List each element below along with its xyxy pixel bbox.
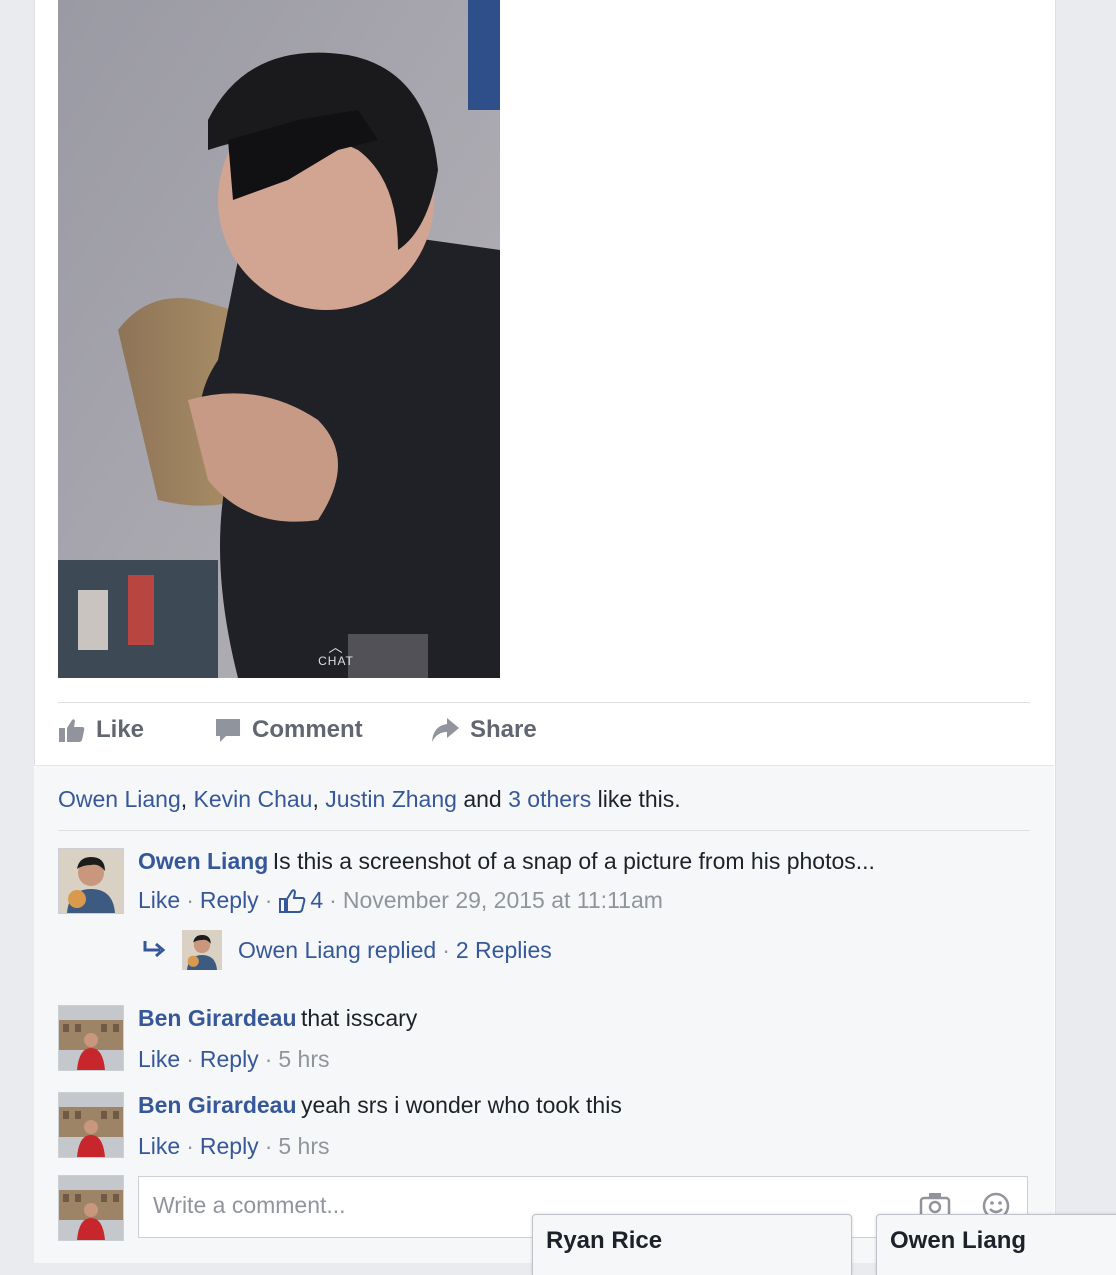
reply-arrow-icon <box>143 941 166 958</box>
comment-author[interactable]: Ben Girardeau <box>138 1005 297 1031</box>
thumbs-up-outline-icon[interactable] <box>278 888 306 914</box>
share-label: Share <box>470 716 537 743</box>
replies-count[interactable]: 2 Replies <box>456 937 552 964</box>
liker-link[interactable]: Kevin Chau <box>194 786 313 812</box>
chat-window-name: Ryan Rice <box>546 1227 663 1254</box>
thumbs-up-icon <box>59 719 85 742</box>
share-arrow-icon <box>432 718 459 742</box>
liker-link[interactable]: Owen Liang <box>58 786 181 812</box>
comment-timestamp[interactable]: 5 hrs <box>278 1046 329 1073</box>
comment-reply-link[interactable]: Reply <box>200 887 259 914</box>
others-link[interactable]: 3 others <box>508 786 591 812</box>
comment-like-link[interactable]: Like <box>138 887 180 914</box>
chat-tab-label: CHAT <box>318 654 354 668</box>
comment-like-link[interactable]: Like <box>138 1046 180 1073</box>
avatar <box>58 1175 124 1241</box>
comment-label: Comment <box>252 716 363 743</box>
avatar <box>182 930 222 970</box>
comment-text: that isscary <box>300 1005 418 1031</box>
avatar[interactable] <box>58 1092 124 1158</box>
separator: , <box>312 786 326 812</box>
comment-author[interactable]: Ben Girardeau <box>138 1092 297 1118</box>
comment-text: Is this a screenshot of a snap of a pict… <box>272 848 875 874</box>
and-text: and <box>456 786 509 812</box>
post-photo[interactable]: ︿ CHAT <box>58 0 500 678</box>
comment-reply-link[interactable]: Reply <box>200 1133 259 1160</box>
avatar[interactable] <box>58 1005 124 1071</box>
comment-button[interactable]: Comment <box>214 716 363 744</box>
reaction-count[interactable]: 4 <box>310 887 323 914</box>
chat-window-tab[interactable]: Ryan Rice <box>532 1214 852 1275</box>
photo-image <box>58 0 500 678</box>
actions-divider <box>58 702 1030 703</box>
speech-bubble-icon <box>216 719 240 742</box>
chevron-up-icon: ︿ <box>328 639 344 655</box>
chat-tab[interactable]: ︿ CHAT <box>300 640 372 668</box>
like-button[interactable]: Like <box>58 716 144 744</box>
like-label: Like <box>96 716 145 743</box>
liker-link[interactable]: Justin Zhang <box>325 786 457 812</box>
chat-window-name: Owen Liang <box>890 1227 1027 1254</box>
comment-timestamp[interactable]: November 29, 2015 at 11:11am <box>343 887 663 914</box>
comment-author[interactable]: Owen Liang <box>138 848 268 874</box>
likes-suffix: like this. <box>591 786 681 812</box>
comment-text: yeah srs i wonder who took this <box>300 1092 622 1118</box>
likes-summary: Owen Liang, Kevin Chau, Justin Zhang and… <box>58 786 681 813</box>
composer-avatar <box>58 1175 124 1241</box>
comment-timestamp[interactable]: 5 hrs <box>278 1133 329 1160</box>
replied-author[interactable]: Owen Liang replied <box>238 937 436 964</box>
share-button[interactable]: Share <box>430 716 537 744</box>
avatar[interactable] <box>58 848 124 914</box>
comment-reply-link[interactable]: Reply <box>200 1046 259 1073</box>
comment-like-link[interactable]: Like <box>138 1133 180 1160</box>
likes-divider <box>58 830 1030 831</box>
chat-window-tab[interactable]: Owen Liang <box>876 1214 1116 1275</box>
separator: , <box>180 786 194 812</box>
replies-link[interactable]: Owen Liang replied · 2 Replies <box>142 930 552 970</box>
